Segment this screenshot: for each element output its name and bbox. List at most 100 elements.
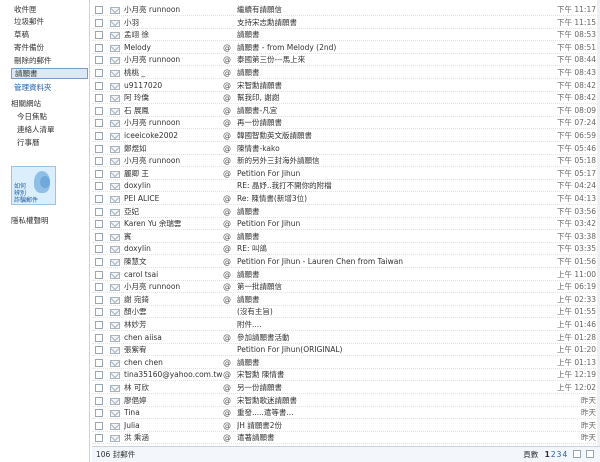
message-row[interactable]: 陳慧文 @ Petition For Jihun - Lauren Chen fro…	[92, 256, 600, 268]
message-subject[interactable]: 宋智勳請願書	[237, 80, 537, 92]
message-subject[interactable]: 支持宋志勳請願書	[237, 17, 537, 29]
message-row[interactable]: 小月亮 runnoon @ 泰國第三份---馬上來 下午 08:44	[92, 54, 600, 67]
message-row[interactable]: doxylin @ RE: 叫鴿 下午 03:35	[92, 243, 600, 256]
select-checkbox[interactable]	[95, 421, 103, 430]
message-subject[interactable]: Petition For Jihun(ORIGINAL)	[237, 344, 537, 356]
message-subject[interactable]: 附件....	[237, 319, 537, 331]
message-sender[interactable]: 孟翊 徐	[124, 29, 249, 41]
message-row[interactable]: 麗卿 王 @ Petition For Jihun 下午 05:17	[92, 168, 600, 180]
message-subject[interactable]: RE: 晶妤..我打不開你的附檔	[237, 180, 537, 192]
message-row[interactable]: 林 可欣 @ 另一份請願書 上午 12:02	[92, 382, 600, 394]
message-subject[interactable]: 遣著請願書	[237, 432, 537, 444]
message-subject[interactable]: 宋智勳歌迷請願書	[237, 395, 537, 407]
message-row[interactable]: chen aiisa @ 參加請願書活動 上午 01:28	[92, 332, 600, 344]
message-row[interactable]: 廖俋婷 @ 宋智勳歌迷請願書 昨天	[92, 395, 600, 407]
message-row[interactable]: PEI ALICE @ Re: 陳情書(新增3位) 下午 04:13	[92, 193, 600, 205]
message-subject[interactable]: 請願書	[237, 67, 537, 79]
select-checkbox[interactable]	[95, 43, 103, 52]
message-subject[interactable]: Petition For Jihun	[237, 218, 537, 230]
message-subject[interactable]: 請願書	[237, 206, 537, 218]
message-row[interactable]: Julia @ JH 請願書2份 昨天	[92, 420, 600, 432]
message-sender[interactable]: 小羽	[124, 17, 249, 29]
message-row[interactable]: 洪 乘涵 @ 遣著請願書 昨天	[92, 432, 600, 445]
select-checkbox[interactable]	[95, 321, 103, 329]
folder-item[interactable]: 收件匣	[14, 4, 82, 15]
message-subject[interactable]: 參加請願書活動	[237, 332, 537, 344]
message-subject[interactable]: 請願書	[237, 294, 537, 306]
select-checkbox[interactable]	[95, 409, 103, 418]
folder-item[interactable]: 寄件備份	[14, 42, 82, 53]
message-subject[interactable]: 幫我印, 謝謝	[237, 92, 537, 104]
select-checkbox[interactable]	[95, 371, 103, 380]
select-checkbox[interactable]	[95, 144, 103, 153]
select-checkbox[interactable]	[95, 56, 103, 65]
message-subject[interactable]: 第一批請願信	[237, 281, 537, 293]
select-checkbox[interactable]	[95, 182, 103, 191]
next-page-button[interactable]	[572, 450, 581, 458]
message-subject[interactable]: RE: 叫鴿	[237, 243, 537, 255]
folder-item[interactable]: 垃圾郵件	[14, 16, 82, 27]
message-sender[interactable]: doxylin	[124, 180, 249, 192]
select-checkbox[interactable]	[95, 258, 103, 266]
message-row[interactable]: 孟翊 徐請願書 下午 08:53	[92, 29, 600, 42]
message-row[interactable]: 小羽 支持宋志勳請願書 下午 11:15	[92, 17, 600, 29]
select-checkbox[interactable]	[95, 358, 103, 367]
select-checkbox[interactable]	[95, 295, 103, 304]
message-subject[interactable]: 泰國第三份---馬上來	[237, 54, 537, 66]
message-row[interactable]: 張紫宥 Petition For Jihun(ORIGINAL) 上午 01:20	[92, 344, 600, 357]
page-number-link[interactable]: 3	[557, 450, 562, 459]
scam-awareness-banner[interactable]: 如何 辨別 詐騙郵件	[11, 166, 56, 205]
message-subject[interactable]: 韓國智勳英文版請願書	[237, 130, 537, 142]
select-checkbox[interactable]	[95, 270, 103, 279]
message-row[interactable]: 小月亮 runnoon @ 第一批請願信 上午 06:19	[92, 281, 600, 294]
message-subject[interactable]: (沒有主旨)	[237, 306, 537, 318]
select-checkbox[interactable]	[95, 346, 103, 355]
message-sender[interactable]: 顏小雲	[124, 306, 249, 318]
message-row[interactable]: 顏小雲 (沒有主旨) 上午 01:55	[92, 306, 600, 319]
message-subject[interactable]: Petition For Jihun	[237, 168, 537, 180]
message-row[interactable]: 桃桃 _ @ 請願書 下午 08:43	[92, 67, 600, 79]
message-subject[interactable]: 宋智勳 陳情書	[237, 369, 537, 381]
message-sender[interactable]: 小月亮 runnoon	[124, 4, 249, 16]
select-checkbox[interactable]	[95, 195, 103, 203]
message-row[interactable]: 賓 @ 請願書 下午 03:38	[92, 231, 600, 243]
message-subject[interactable]: 陳情書-kako	[237, 143, 537, 155]
select-checkbox[interactable]	[95, 132, 103, 140]
select-checkbox[interactable]	[95, 245, 103, 254]
message-sender[interactable]: 林妙芳	[124, 319, 249, 331]
message-row[interactable]: tina35160@yahoo.com.tw @ 宋智勳 陳情書 上午 12:19	[92, 369, 600, 382]
select-checkbox[interactable]	[95, 18, 103, 27]
select-checkbox[interactable]	[95, 119, 103, 128]
folder-item[interactable]: 請願書	[11, 68, 88, 79]
message-row[interactable]: Tina @ 重發.....遣等書... 昨天	[92, 407, 600, 420]
select-checkbox[interactable]	[95, 283, 103, 292]
message-subject[interactable]: 再一份請願書	[237, 117, 537, 129]
message-subject[interactable]: 新的另外三封海外請願信	[237, 155, 537, 167]
select-checkbox[interactable]	[95, 69, 103, 77]
related-site-link[interactable]: 今日焦點	[17, 111, 47, 122]
message-subject[interactable]: Petition For Jihun - Lauren Chen from Ta…	[237, 256, 537, 268]
select-checkbox[interactable]	[95, 232, 103, 241]
page-number-link[interactable]: 2	[551, 450, 556, 459]
folder-item[interactable]: 管理資料夾	[14, 82, 82, 93]
message-row[interactable]: chen chen @ 請願書 上午 01:13	[92, 357, 600, 369]
related-site-link[interactable]: 行事曆	[17, 137, 40, 148]
select-checkbox[interactable]	[95, 6, 103, 14]
message-subject[interactable]: 請願書	[237, 29, 537, 41]
message-subject[interactable]: 請願書-凡宜	[237, 105, 537, 117]
message-row[interactable]: 小月亮 runnoon @ 新的另外三封海外請願信 下午 05:18	[92, 155, 600, 168]
folder-item[interactable]: 草稿	[14, 29, 82, 40]
message-row[interactable]: Karen Yu 余瑞雲 @ Petition For Jihun 下午 03:42	[92, 218, 600, 231]
message-subject[interactable]: 請願書 - from Melody (2nd)	[237, 42, 537, 54]
message-row[interactable]: doxylin RE: 晶妤..我打不開你的附檔 下午 04:24	[92, 180, 600, 193]
last-page-button[interactable]	[586, 450, 594, 458]
privacy-link[interactable]: 隱私權聲明	[11, 215, 49, 226]
related-site-link[interactable]: 連絡人清單	[17, 124, 55, 135]
message-subject[interactable]: Re: 陳情書(新增3位)	[237, 193, 537, 205]
select-checkbox[interactable]	[95, 220, 103, 229]
select-checkbox[interactable]	[95, 31, 103, 40]
message-row[interactable]: 鄭煜如 @ 陳情書-kako 下午 05:46	[92, 143, 600, 155]
message-row[interactable]: 林妙芳 附件.... 上午 01:46	[92, 319, 600, 331]
message-row[interactable]: 亞妃 @ 請願書 下午 03:56	[92, 206, 600, 218]
page-number-link[interactable]: 1	[545, 450, 550, 459]
